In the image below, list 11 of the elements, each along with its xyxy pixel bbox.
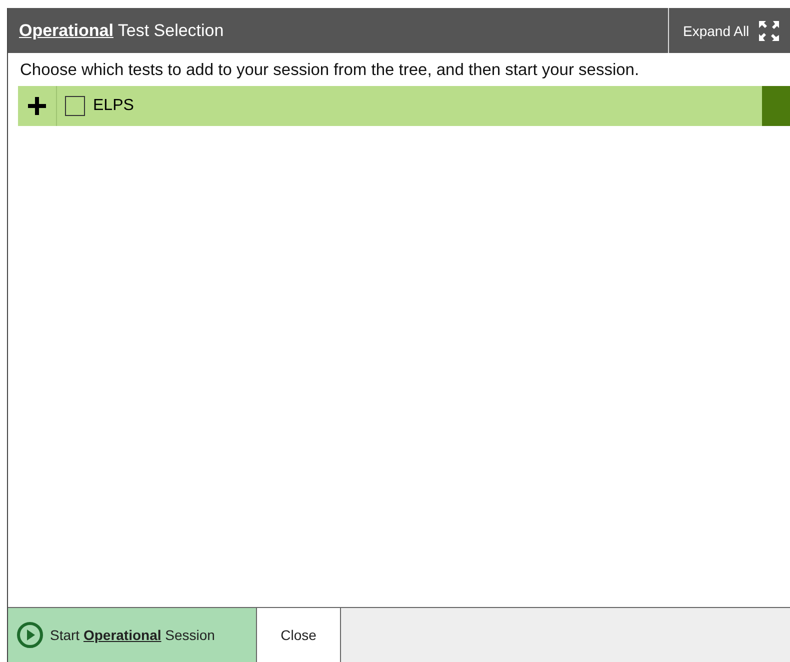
- expand-all-button[interactable]: Expand All: [668, 8, 790, 53]
- checkbox[interactable]: [65, 96, 85, 116]
- start-session-button[interactable]: Start Operational Session: [8, 608, 257, 662]
- expand-icon: [759, 20, 780, 40]
- window-title: Operational Test Selection: [18, 20, 225, 40]
- plus-icon: [28, 97, 46, 115]
- instructions-text: Choose which tests to add to your session from the tree, and then start your session.: [20, 61, 640, 80]
- play-icon: [16, 621, 44, 649]
- tree-label: ELPS: [93, 97, 135, 115]
- tree-row[interactable]: ELPS: [18, 86, 790, 126]
- row-end-bar: [762, 86, 790, 126]
